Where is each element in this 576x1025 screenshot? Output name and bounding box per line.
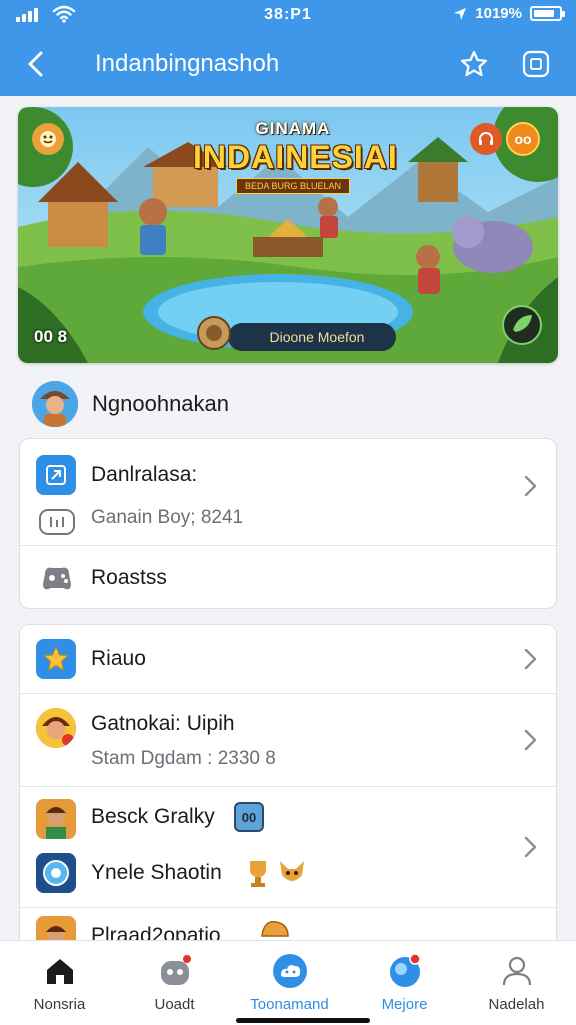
row-title: Riauo [91, 647, 146, 670]
list-item-danlralasa[interactable]: Danlralasa: Ganain Boy; 8241 [20, 439, 556, 545]
profile-row[interactable]: Ngnoohnakan [32, 380, 229, 428]
banner-title-main: INDAINESIAI [193, 139, 398, 175]
page-title: Indanbingnashoh [95, 50, 280, 77]
row-title: Gatnokai: Uipih [91, 712, 235, 735]
tab-uoadt[interactable]: Uoadt [117, 941, 232, 1025]
chevron-right-icon [524, 648, 537, 670]
chevron-right-icon [524, 836, 537, 858]
robot-icon [157, 953, 193, 989]
nav-bar: Indanbingnashoh [0, 34, 576, 94]
app-header: 38:P1 1019% Indanbingnashoh [0, 0, 576, 96]
status-bar: 38:P1 1019% [0, 0, 576, 30]
game-banner[interactable]: GINAMA INDAINESIAI BEDA BURG BLUELAN oo … [18, 107, 558, 363]
home-icon [42, 953, 78, 989]
tab-label: Nadelah [488, 996, 545, 1013]
profile-name: Ngnoohnakan [92, 391, 230, 416]
banner-title-small: GINAMA [255, 119, 331, 138]
shield-icon [197, 316, 231, 350]
banner-logo-icon [32, 123, 64, 155]
headset-icon[interactable] [470, 123, 502, 155]
back-arrow-icon [28, 51, 43, 77]
row-subtitle: Ganain Boy; 8241 [91, 507, 244, 528]
tab-label: Mejore [381, 996, 428, 1013]
location-arrow-icon [454, 7, 467, 20]
row-title: Besck Gralky [91, 805, 215, 828]
tab-nadelah[interactable]: Nadelah [459, 941, 574, 1025]
tab-label: Toonamand [250, 996, 329, 1013]
tab-label: Nonsria [33, 996, 86, 1013]
game-thumb-icon [36, 853, 76, 893]
star-icon [36, 639, 76, 679]
tab-bar: Nonsria Uoadt Toonamand Mejore Nadelah [0, 940, 576, 1025]
cloud-game-icon [272, 953, 308, 989]
list-item-gatnokai[interactable]: Gatnokai: Uipih Stam Dgdam : 2330 8 [20, 694, 556, 786]
list-item-besck-gralky[interactable]: Besck Gralky 00 Ynele Shaotin [20, 787, 556, 907]
game-thumb-icon [36, 799, 76, 839]
globe-icon [387, 953, 423, 989]
home-indicator [236, 1018, 370, 1023]
account-card: Danlralasa: Ganain Boy; 8241 Roastss [19, 438, 557, 609]
leaf-badge-icon [502, 305, 542, 345]
back-button[interactable] [20, 48, 52, 80]
character-avatar-icon [36, 708, 76, 748]
row-subtitle: Stam Dgdam : 2330 8 [91, 748, 276, 769]
banner-counter: 00 8 [34, 327, 68, 346]
gamepad-icon [43, 567, 71, 590]
list-item-riauo[interactable]: Riauo [20, 625, 556, 693]
tab-label: Uoadt [154, 996, 195, 1013]
person-icon [499, 953, 535, 989]
arrow-square-icon [36, 455, 76, 495]
trophy-icon [250, 861, 266, 887]
tab-mejore[interactable]: Mejore [347, 941, 462, 1025]
share-square-icon [522, 50, 550, 78]
list-item-roastss[interactable]: Roastss [20, 546, 556, 608]
chevron-right-icon [524, 729, 537, 751]
row-title: Roastss [91, 566, 167, 589]
games-card: Riauo Gatnokai: Uipih Stam Dgdam : 2330 … [19, 624, 557, 954]
badge-icon: 00 [234, 802, 264, 832]
fox-icon [280, 861, 304, 881]
battery-percent: 1019% [475, 5, 522, 22]
battery-icon [530, 6, 565, 21]
chart-square-icon [39, 509, 75, 535]
avatar [32, 381, 78, 427]
chevron-right-icon [524, 475, 537, 497]
banner-cta-button[interactable]: Dioone Moefon [228, 323, 396, 351]
row-title: Ynele Shaotin [91, 861, 222, 884]
banner-title: GINAMA INDAINESIAI BEDA BURG BLUELAN [193, 119, 398, 194]
favorite-button[interactable] [456, 46, 492, 82]
star-outline-icon [460, 50, 488, 77]
banner-title-sub: BEDA BURG BLUELAN [235, 178, 351, 194]
share-button[interactable] [518, 46, 554, 82]
tab-home[interactable]: Nonsria [2, 941, 117, 1025]
banner-menu-badge[interactable]: oo [506, 122, 540, 156]
row-title: Danlralasa: [91, 463, 198, 486]
tab-toonamand[interactable]: Toonamand [232, 941, 347, 1025]
